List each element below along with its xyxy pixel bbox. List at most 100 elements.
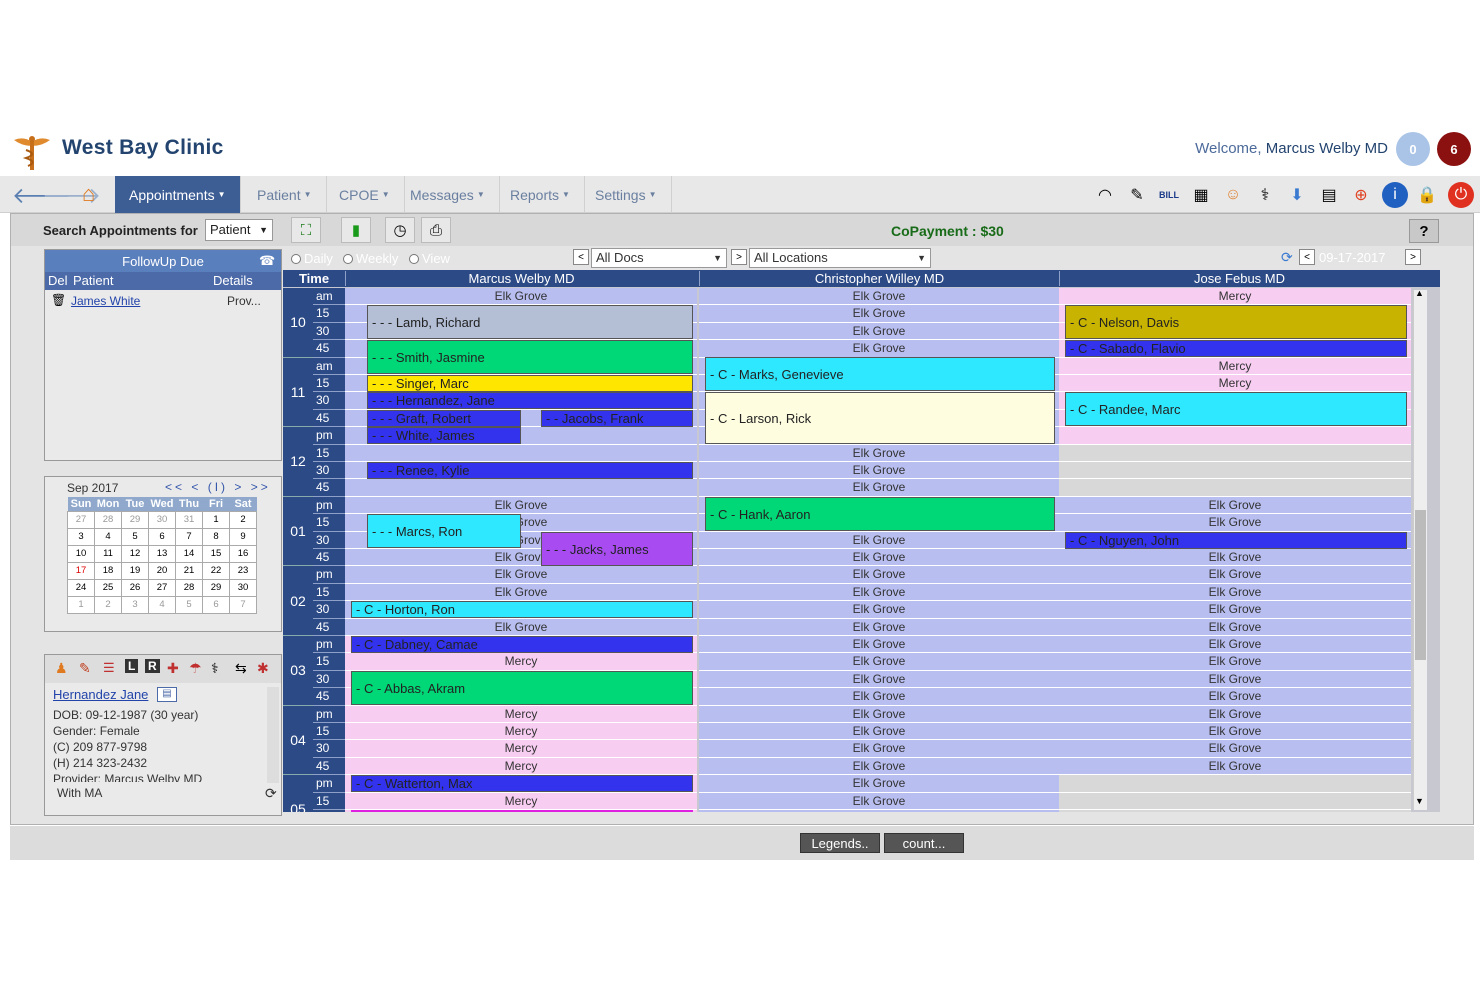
calendar-day[interactable]: 9 [229, 527, 257, 546]
appointment[interactable]: - C - Dabney, Camae [351, 636, 693, 653]
history-clock-icon[interactable]: ◷ [385, 217, 415, 243]
list-icon[interactable]: ☰ [103, 660, 115, 676]
stethoscope-small-icon[interactable]: ⚕ [211, 660, 219, 677]
calendar-day[interactable]: 13 [148, 544, 176, 563]
calendar-day[interactable]: 27 [67, 510, 95, 529]
time-slot[interactable]: Elk Grove [699, 601, 1059, 619]
calendar-day[interactable]: 6 [202, 595, 230, 614]
appointment[interactable]: - C - Abbas, Akram [351, 671, 693, 705]
bill-icon[interactable]: BILL [1156, 182, 1182, 208]
binoculars-search-icon[interactable]: ⛶ [291, 217, 321, 243]
time-slot[interactable]: Elk Grove [699, 792, 1059, 810]
time-slot[interactable]: Elk Grove [699, 775, 1059, 793]
calendar-day[interactable]: 15 [202, 544, 230, 563]
stethoscope-icon[interactable]: ⚕ [1252, 182, 1278, 208]
time-slot[interactable]: Elk Grove [345, 583, 697, 602]
user-icon[interactable]: ☺ [1220, 182, 1246, 208]
calendar-day[interactable]: 2 [94, 595, 122, 614]
time-slot[interactable]: Elk Grove [345, 618, 697, 636]
appointment[interactable]: - - - Jacks, James [541, 532, 693, 566]
calendar-day[interactable]: 29 [121, 510, 149, 529]
time-slot[interactable]: Elk Grove [699, 444, 1059, 462]
patient-name-link[interactable]: Hernandez Jane [53, 687, 148, 702]
menu-patient[interactable]: Patient ▼ [243, 176, 327, 213]
next-date-button[interactable]: > [1405, 249, 1421, 265]
calendar-day[interactable]: 21 [175, 561, 203, 580]
time-slot[interactable] [1059, 775, 1411, 793]
time-slot[interactable]: Elk Grove [345, 288, 697, 306]
time-slot[interactable]: Elk Grove [699, 740, 1059, 758]
calendar-day[interactable]: 12 [121, 544, 149, 563]
prev-doc-button[interactable]: < [573, 249, 589, 265]
time-slot[interactable]: Elk Grove [699, 462, 1059, 480]
user-name[interactable]: Marcus Welby MD [1266, 140, 1388, 157]
calendar-day[interactable]: 5 [175, 595, 203, 614]
locations-select[interactable]: All Locations ▼ [749, 248, 931, 268]
time-slot[interactable]: Elk Grove [699, 549, 1059, 567]
calendar-day[interactable]: 25 [94, 578, 122, 597]
time-slot[interactable]: Elk Grove [699, 531, 1059, 549]
time-slot[interactable]: Elk Grove [699, 653, 1059, 671]
calendar-day[interactable]: 4 [94, 527, 122, 546]
docs-select[interactable]: All Docs ▼ [591, 248, 727, 268]
menu-cpoe[interactable]: CPOE ▼ [325, 176, 405, 213]
calendar-day[interactable]: 5 [121, 527, 149, 546]
scroll-thumb[interactable] [1415, 510, 1426, 660]
time-slot[interactable]: Elk Grove [345, 566, 697, 584]
radiology-r-icon[interactable]: R [145, 659, 160, 673]
phone-icon[interactable]: ☎ [259, 253, 275, 269]
appointment[interactable]: - - - White, James [367, 427, 521, 444]
time-slot[interactable] [1059, 479, 1411, 497]
calendar-day[interactable]: 28 [94, 510, 122, 529]
umbrella-icon[interactable]: ☂ [189, 660, 202, 677]
legends-button[interactable]: Legends.. [800, 833, 880, 853]
calendar-day[interactable]: 22 [202, 561, 230, 580]
calendar-day[interactable]: 20 [148, 561, 176, 580]
time-slot[interactable]: Mercy [345, 653, 697, 671]
time-slot[interactable]: Elk Grove [1059, 496, 1411, 515]
patient-panel-scrollbar[interactable] [267, 687, 279, 783]
alert-icon[interactable]: ✱ [257, 660, 269, 677]
time-slot[interactable]: Elk Grove [699, 566, 1059, 584]
patient-icon[interactable]: ♟ [55, 660, 68, 677]
home-icon[interactable]: ⌂ [82, 181, 95, 207]
time-slot[interactable]: Elk Grove [699, 688, 1059, 706]
menu-reports[interactable]: Reports ▼ [496, 176, 585, 213]
time-slot[interactable] [1059, 792, 1411, 810]
time-slot[interactable]: Mercy [345, 723, 697, 741]
time-slot[interactable]: Elk Grove [699, 340, 1059, 358]
appointment[interactable]: - - - Renee, Kylie [367, 462, 693, 479]
time-slot[interactable]: Elk Grove [1059, 601, 1411, 619]
power-icon[interactable]: ⏻ [1448, 182, 1474, 208]
time-slot[interactable]: Elk Grove [1059, 549, 1411, 567]
download-icon[interactable]: ⬇ [1284, 182, 1310, 208]
time-slot[interactable]: Elk Grove [699, 305, 1059, 323]
time-slot[interactable]: Elk Grove [1059, 670, 1411, 689]
time-slot[interactable]: Elk Grove [699, 583, 1059, 602]
calendar-day[interactable]: 30 [148, 510, 176, 529]
help-button[interactable]: ? [1409, 219, 1439, 243]
appointment[interactable]: - - - Graft, Robert [367, 410, 521, 427]
message-badge[interactable]: 6 [1437, 132, 1471, 166]
schedule-scrollbar[interactable]: ▲ ▼ [1413, 288, 1427, 810]
calendar-day[interactable]: 4 [148, 595, 176, 614]
time-slot[interactable]: Elk Grove [1059, 653, 1411, 671]
calendar-day[interactable]: 29 [202, 578, 230, 597]
calendar-day[interactable]: 26 [121, 578, 149, 597]
appointment[interactable]: - C - Marks, Genevieve [705, 357, 1055, 391]
time-slot[interactable]: Elk Grove [1059, 688, 1411, 706]
time-slot[interactable]: Mercy [345, 757, 697, 776]
time-slot[interactable]: Elk Grove [1059, 583, 1411, 602]
calendar-day[interactable]: 7 [175, 527, 203, 546]
time-slot[interactable] [345, 444, 697, 462]
refresh-schedule-icon[interactable]: ⟳ [1281, 249, 1293, 266]
time-slot[interactable]: Elk Grove [699, 618, 1059, 636]
appointment-partial[interactable] [351, 810, 693, 812]
view-weekly-radio[interactable]: Weekly [343, 251, 398, 266]
time-slot[interactable]: Elk Grove [1059, 514, 1411, 532]
view-daily-radio[interactable]: Daily [291, 251, 333, 266]
new-document-icon[interactable]: ▮ [341, 217, 371, 243]
calendar-nav[interactable]: << < (I) > >> [165, 480, 271, 494]
calendar-day[interactable]: 6 [148, 527, 176, 546]
time-slot[interactable] [1059, 427, 1411, 445]
